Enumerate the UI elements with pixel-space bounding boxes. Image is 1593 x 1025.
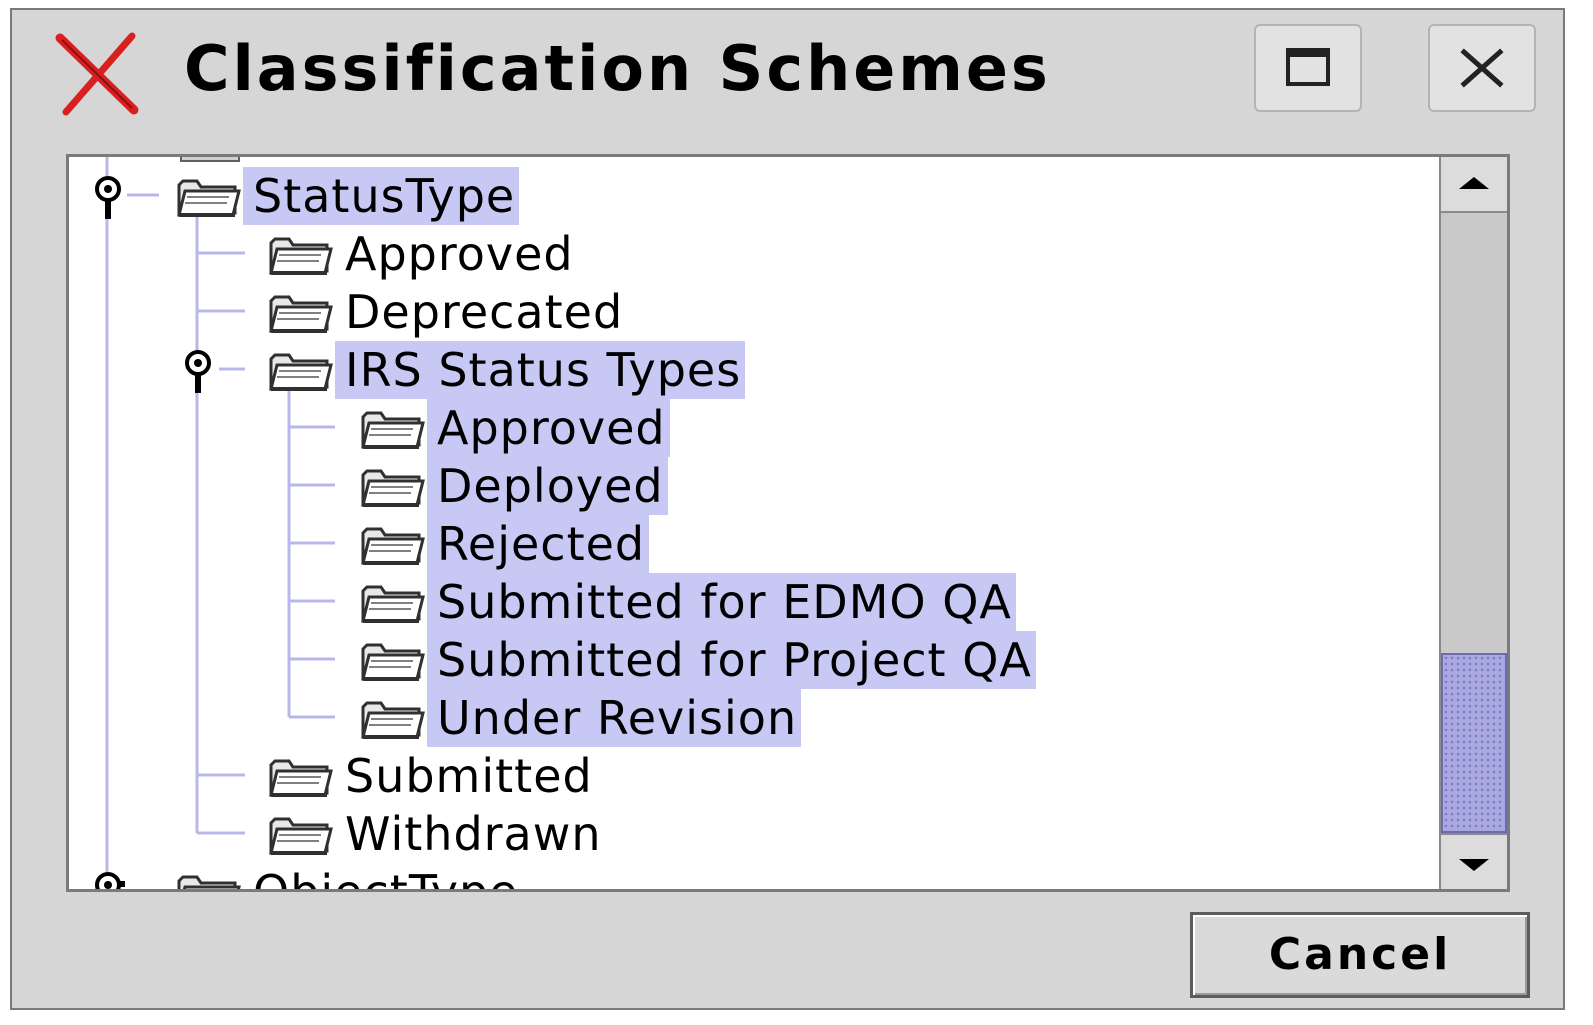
tree-node-irs-submitted-edmo-qa[interactable]: Submitted for EDMO QA [359,573,1016,631]
tree-node-label: ObjectType [253,865,519,892]
classification-tree[interactable]: ʹ StatusType [66,154,1510,892]
arrow-down-icon [1459,859,1489,871]
collapse-toggle-statustype[interactable] [91,175,125,223]
close-icon [1460,48,1504,88]
folder-icon [269,817,333,855]
tree-node-label: Submitted [345,749,593,803]
title-bar[interactable]: Classification Schemes [12,10,1563,132]
scrollbar-thumb[interactable] [1441,653,1507,833]
window-title: Classification Schemes [184,32,1051,105]
vertical-scrollbar[interactable] [1439,157,1507,889]
expand-toggle-objecttype[interactable] [91,871,125,892]
folder-icon [269,295,333,333]
x-mark-icon [55,32,139,116]
clipped-text: ʹ [609,157,620,175]
close-button[interactable] [1428,24,1536,112]
tree-node-label: Approved [345,227,574,281]
maximize-icon [1286,48,1330,86]
tree-node-label: Deployed [427,457,668,515]
tree-node-label: Deprecated [345,285,624,339]
maximize-button[interactable] [1254,24,1362,112]
tree-node-label: StatusType [243,167,520,225]
tree-node-label: Withdrawn [345,807,602,861]
tree-node-statustype[interactable]: StatusType [175,167,520,225]
tree-node-label: IRS Status Types [335,341,746,399]
folder-icon [361,469,425,507]
scroll-down-button[interactable] [1441,833,1507,889]
folder-icon [269,237,333,275]
folder-icon [361,411,425,449]
scroll-up-button[interactable] [1441,157,1507,213]
classification-schemes-dialog: Classification Schemes StatusType Approv… [10,8,1565,1010]
tree-node-irs-under-revision[interactable]: Under Revision [359,689,802,747]
collapse-toggle-irs-status-types[interactable] [181,349,215,397]
tree-node-label: Submitted for Project QA [427,631,1036,689]
tree-node-label: Under Revision [427,689,802,747]
tree-node-withdrawn[interactable]: Withdrawn [267,807,606,861]
tree-node-irs-rejected[interactable]: Rejected [359,515,650,573]
folder-icon [269,353,333,391]
arrow-up-icon [1459,177,1489,189]
tree-node-submitted[interactable]: Submitted [267,749,597,803]
tree-node-objecttype[interactable]: ObjectType [175,865,522,892]
tree-node-deprecated[interactable]: Deprecated [267,285,627,339]
folder-icon [361,527,425,565]
tree-node-irs-approved[interactable]: Approved [359,399,670,457]
tree-node-approved[interactable]: Approved [267,227,578,281]
folder-icon [177,179,241,217]
cancel-button[interactable]: Cancel [1190,912,1530,998]
scrollbar-track[interactable] [1441,213,1507,833]
folder-icon [361,701,425,739]
folder-icon [361,585,425,623]
folder-icon [361,643,425,681]
tree-node-label: Submitted for EDMO QA [427,573,1016,631]
tree-node-label: Approved [427,399,670,457]
tree-node-irs-deployed[interactable]: Deployed [359,457,668,515]
tree-node-irs-status-types[interactable]: IRS Status Types [267,341,746,399]
folder-icon [177,875,241,889]
folder-icon [269,759,333,797]
tree-node-irs-submitted-project-qa[interactable]: Submitted for Project QA [359,631,1036,689]
tree-node-label: Rejected [427,515,650,573]
